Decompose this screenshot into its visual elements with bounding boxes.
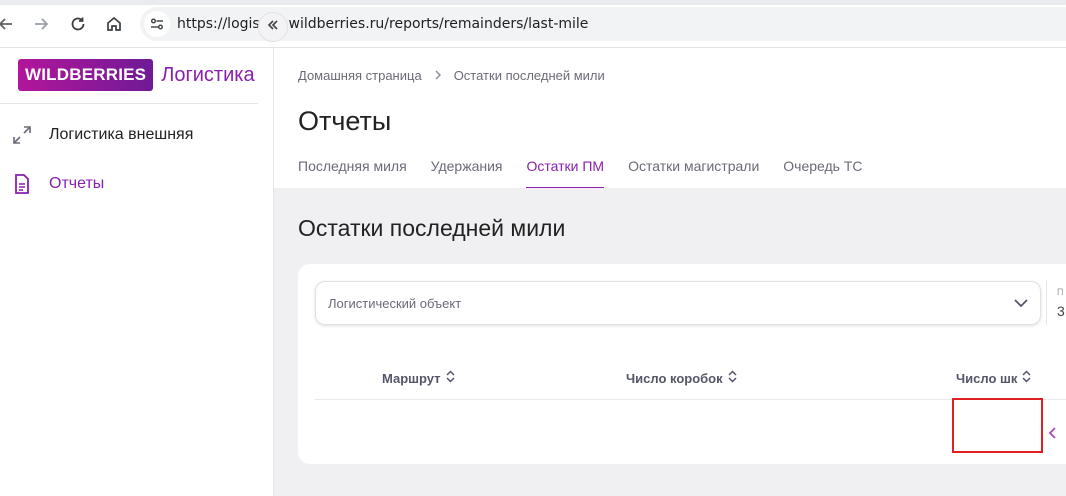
highlight-box — [952, 398, 1043, 453]
column-header-boxes[interactable]: Число коробок — [626, 370, 737, 386]
breadcrumb-home[interactable]: Домашняя страница — [298, 68, 422, 83]
site-info-icon[interactable] — [144, 11, 170, 37]
chevron-down-icon — [1012, 294, 1030, 317]
sort-icon — [1022, 370, 1031, 386]
logistic-object-select[interactable]: Логистический объект — [315, 281, 1041, 325]
report-area: Остатки последней мили Логистический объ… — [274, 188, 1066, 496]
sidebar-item-label: Логистика внешняя — [49, 126, 194, 143]
sidebar-item-reports[interactable]: Отчеты — [10, 169, 104, 199]
column-header-barcodes[interactable]: Число шк — [956, 370, 1031, 386]
tab-deductions[interactable]: Удержания — [431, 158, 503, 188]
tab-last-mile[interactable]: Последняя миля — [298, 158, 407, 188]
tab-remainders-trunk[interactable]: Остатки магистрали — [628, 158, 759, 188]
chevron-right-icon — [434, 68, 442, 83]
breadcrumb: Домашняя страница Остатки последней мили — [298, 68, 605, 83]
page-header: Домашняя страница Остатки последней мили… — [274, 48, 1066, 189]
column-header-label: Число шк — [956, 370, 1018, 386]
period-field[interactable]: П 3 — [1046, 281, 1066, 325]
forward-icon[interactable] — [29, 12, 53, 36]
report-card: Логистический объект П 3 Маршрут Число к… — [298, 264, 1066, 464]
column-header-label: Маршрут — [382, 370, 441, 386]
column-header-label: Число коробок — [626, 370, 723, 386]
period-field-value: 3 — [1057, 303, 1065, 319]
tab-vehicle-queue[interactable]: Очередь ТС — [783, 158, 862, 188]
sidebar-item-label: Отчеты — [49, 175, 105, 192]
sidebar: WILDBERRIES Логистика Логистика внешняя … — [0, 48, 274, 496]
browser-toolbar: https://logistics.wildberries.ru/reports… — [0, 0, 1066, 48]
sort-icon — [446, 370, 455, 386]
pagination-prev-icon[interactable] — [1048, 426, 1058, 444]
reload-icon[interactable] — [66, 12, 90, 36]
page-title: Отчеты — [298, 106, 392, 136]
logo-brand: WILDBERRIES — [18, 59, 154, 91]
tabs: Последняя миля Удержания Остатки ПМ Оста… — [298, 158, 887, 189]
period-field-label: П — [1057, 287, 1064, 297]
back-icon[interactable] — [0, 12, 18, 36]
breadcrumb-current: Остатки последней мили — [453, 68, 605, 83]
home-icon[interactable] — [102, 12, 126, 36]
logo[interactable]: WILDBERRIES Логистика — [18, 59, 255, 91]
document-icon — [10, 172, 34, 196]
collapse-sidebar-button[interactable] — [258, 12, 288, 42]
select-placeholder: Логистический объект — [328, 296, 462, 311]
url-text[interactable]: https://logistics.wildberries.ru/reports… — [177, 16, 588, 32]
sort-icon — [728, 370, 737, 386]
tab-remainders-pm[interactable]: Остатки ПМ — [526, 158, 604, 189]
logo-subtitle: Логистика — [161, 63, 255, 86]
double-chevron-left-icon — [266, 18, 280, 37]
sidebar-item-external-logistics[interactable]: Логистика внешняя — [10, 120, 193, 150]
expand-arrows-icon — [10, 123, 34, 147]
sidebar-divider — [0, 103, 258, 104]
column-header-route[interactable]: Маршрут — [382, 370, 455, 386]
section-title: Остатки последней мили — [298, 215, 566, 241]
browser-tab-strip — [0, 0, 1066, 5]
